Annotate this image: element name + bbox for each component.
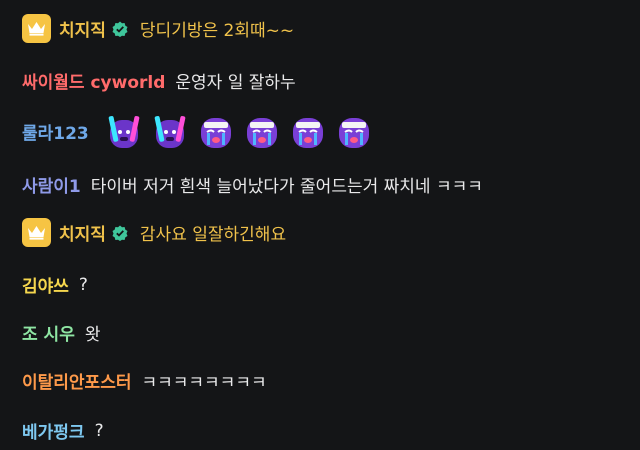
chat-message: 김야쓰 ? — [22, 272, 88, 298]
emote-group — [105, 112, 373, 150]
chat-text: 왓 — [84, 325, 101, 345]
chat-username[interactable]: 이탈리안포스터 — [22, 368, 131, 393]
chat-username[interactable]: 김야쓰 — [22, 272, 69, 297]
chat-text: 감사요 일잘하긴해요 — [139, 225, 287, 245]
crown-icon — [22, 218, 51, 247]
crying-emote-icon — [335, 112, 373, 150]
chat-message: 베가펑크 ? — [22, 418, 104, 444]
verified-check-icon — [112, 225, 128, 241]
chat-text: 당디기방은 2회때~~ — [139, 21, 295, 41]
chat-username[interactable]: 베가펑크 — [22, 418, 85, 443]
chat-username[interactable]: 룰라123 — [22, 119, 89, 144]
verified-check-icon — [112, 21, 128, 37]
chat-text: 운영자 일 잘하누 — [175, 73, 296, 93]
chat-text: 타이버 저거 흰색 늘어났다가 줄어드는거 짜치네 ㅋㅋㅋ — [90, 177, 483, 197]
crying-emote-icon — [243, 112, 281, 150]
chat-username[interactable]: 조 시우 — [22, 320, 75, 345]
crying-emote-icon — [197, 112, 235, 150]
chat-username[interactable]: 싸이월드 cyworld — [22, 68, 165, 93]
chat-username[interactable]: 사람이1 — [22, 172, 81, 197]
chat-message: 룰라123 — [22, 112, 373, 150]
chat-message: 치지직 감사요 일잘하긴해요 — [22, 218, 286, 247]
glowstick-emote-icon — [151, 112, 189, 150]
chat-message: 싸이월드 cyworld 운영자 일 잘하누 — [22, 68, 296, 93]
chat-username[interactable]: 치지직 — [59, 220, 106, 245]
crown-icon — [22, 14, 51, 43]
chat-message: 사람이1 타이버 저거 흰색 늘어났다가 줄어드는거 짜치네 ㅋㅋㅋ — [22, 172, 483, 197]
glowstick-emote-icon — [105, 112, 143, 150]
chat-text: ? — [94, 420, 104, 441]
crying-emote-icon — [289, 112, 327, 150]
chat-message: 치지직 당디기방은 2회때~~ — [22, 14, 294, 43]
chat-text: ? — [78, 274, 88, 295]
chat-text: ㅋㅋㅋㅋㅋㅋㅋㅋ — [141, 373, 267, 393]
chat-panel: 치지직 당디기방은 2회때~~ 싸이월드 cyworld 운영자 일 잘하누 룰… — [0, 0, 640, 450]
chat-username[interactable]: 치지직 — [59, 16, 106, 41]
chat-message: 조 시우 왓 — [22, 320, 100, 345]
chat-message: 이탈리안포스터 ㅋㅋㅋㅋㅋㅋㅋㅋ — [22, 368, 267, 393]
